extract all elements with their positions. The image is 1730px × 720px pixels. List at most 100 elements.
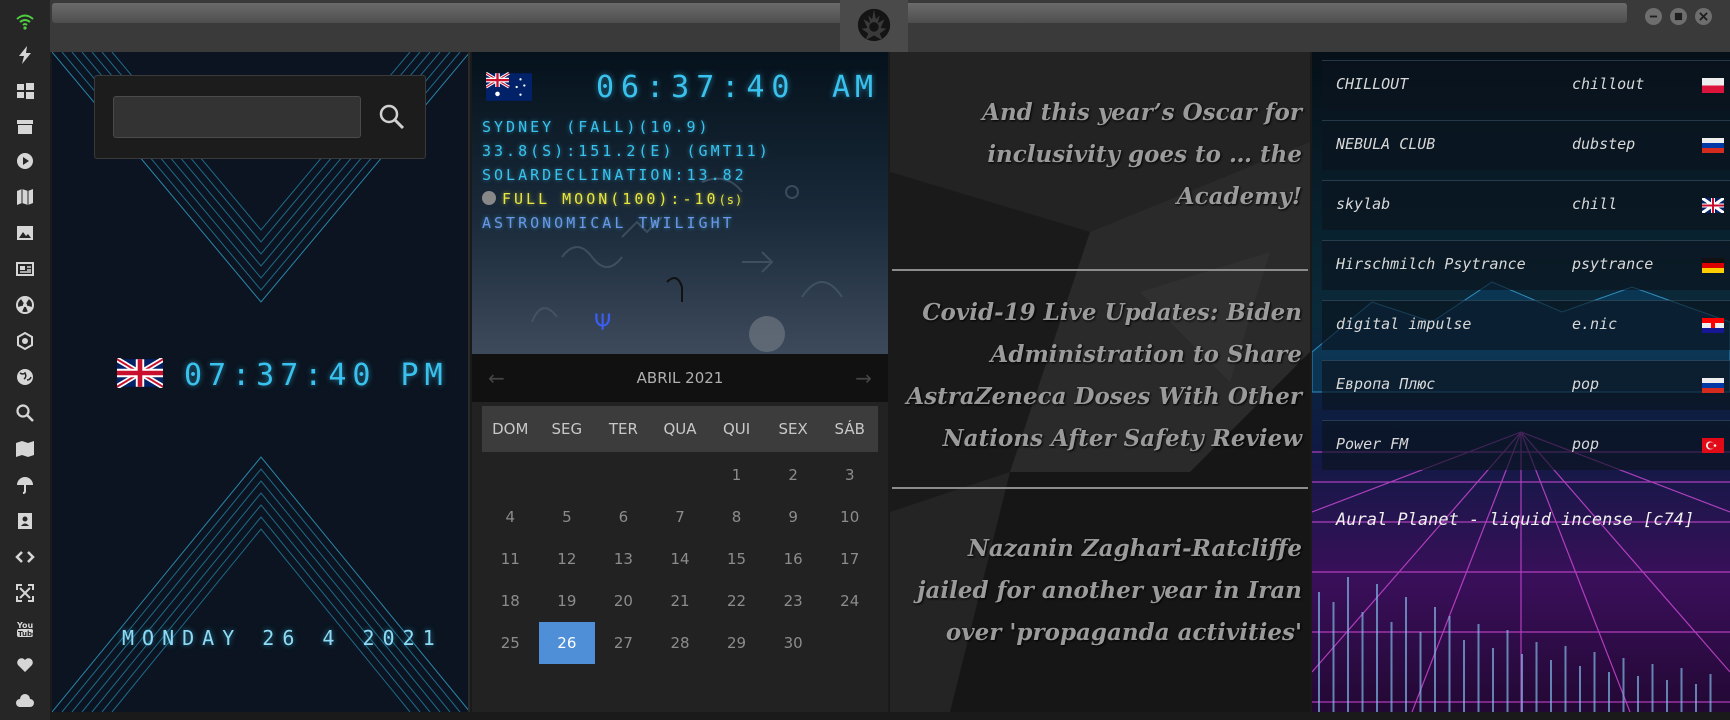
- sidebar-button-code[interactable]: [9, 542, 41, 572]
- calendar-day[interactable]: 5: [539, 496, 596, 538]
- calendar-day[interactable]: 8: [708, 496, 765, 538]
- close-button[interactable]: [1695, 8, 1712, 25]
- sidebar-button-fullscreen[interactable]: [9, 578, 41, 608]
- calendar-empty-cell: [595, 454, 652, 496]
- calendar-day-selected[interactable]: 26: [538, 622, 596, 664]
- sidebar-button-globe[interactable]: [9, 362, 41, 392]
- radio-station[interactable]: digital impulse e.nic: [1322, 300, 1730, 350]
- calendar-weekday: SEX: [778, 420, 808, 438]
- sidebar-button-play-circle[interactable]: [9, 146, 41, 176]
- sidebar-button-wifi[interactable]: [9, 6, 41, 36]
- calendar-day[interactable]: 29: [708, 622, 765, 664]
- calendar-day[interactable]: 11: [482, 538, 539, 580]
- calendar-day[interactable]: 9: [765, 496, 822, 538]
- calendar-day[interactable]: 6: [595, 496, 652, 538]
- russia-flag: [1702, 378, 1724, 393]
- calendar-day[interactable]: 2: [765, 454, 822, 496]
- chevron-decoration-bottom: [52, 456, 468, 712]
- radio-station[interactable]: Европа Плюс pop: [1322, 360, 1730, 410]
- calendar-day[interactable]: 13: [595, 538, 652, 580]
- visualizer-bar: [1463, 640, 1465, 712]
- radio-station-genre: pop: [1572, 375, 1600, 393]
- radio-station-name: Европа Плюс: [1336, 375, 1436, 393]
- calendar-prev-button[interactable]: ←: [488, 366, 505, 390]
- calendar-day[interactable]: 7: [652, 496, 709, 538]
- lightning-icon: [19, 46, 31, 64]
- calendar-day[interactable]: 21: [652, 580, 709, 622]
- united-kingdom-flag: [117, 358, 163, 388]
- title-bar: [50, 0, 1730, 52]
- sidebar-button-radiation[interactable]: [9, 290, 41, 320]
- minimize-icon: [1649, 15, 1658, 18]
- visualizer-bar: [1477, 624, 1480, 712]
- radio-station[interactable]: CHILLOUT chillout: [1322, 60, 1730, 110]
- now-playing: Aural Planet - liquid incense [c74]: [1336, 510, 1695, 530]
- minimize-button[interactable]: [1645, 8, 1662, 25]
- maximize-button[interactable]: [1670, 8, 1687, 25]
- calendar-day[interactable]: 25: [482, 622, 539, 664]
- calendar-day[interactable]: 24: [821, 580, 878, 622]
- radio-station-name: skylab: [1336, 195, 1391, 213]
- sidebar-button-contacts[interactable]: [9, 506, 41, 536]
- sidebar-button-cloud[interactable]: [9, 686, 41, 716]
- visualizer-bar: [1608, 672, 1610, 712]
- svg-text:Tube: Tube: [18, 630, 35, 638]
- sidebar-button-map-book[interactable]: [9, 182, 41, 212]
- radio-station-genre: chillout: [1572, 75, 1645, 93]
- news-headline-1[interactable]: And this year’s Oscar for inclusivity go…: [900, 92, 1302, 218]
- radio-panel: CHILLOUT chillout NEBULA CLUB dubstep skylab…: [1312, 52, 1730, 712]
- calendar-next-button[interactable]: →: [855, 366, 872, 390]
- radio-station[interactable]: Hirschmilch Psytrance psytrance: [1322, 240, 1730, 290]
- calendar-day[interactable]: 18: [482, 580, 539, 622]
- sidebar-button-umbrella[interactable]: [9, 470, 41, 500]
- calendar-day[interactable]: 14: [652, 538, 709, 580]
- calendar-day[interactable]: 22: [708, 580, 765, 622]
- calendar-day[interactable]: 20: [595, 580, 652, 622]
- calendar-weekday: SEG: [551, 420, 583, 438]
- calendar-day[interactable]: 30: [765, 622, 822, 664]
- search-icon: [16, 404, 34, 422]
- search-box: [94, 75, 426, 159]
- sidebar-button-archive[interactable]: [9, 112, 41, 142]
- calendar-header: ← ABRIL 2021 →: [472, 354, 888, 402]
- radio-station[interactable]: Power FM pop: [1322, 420, 1730, 470]
- calendar-day[interactable]: 28: [652, 622, 709, 664]
- sidebar-button-youtube[interactable]: You Tube: [9, 614, 41, 644]
- sidebar-button-image[interactable]: [9, 218, 41, 248]
- news-headline-2[interactable]: Covid-19 Live Updates: Biden Administrat…: [900, 292, 1302, 460]
- search-button[interactable]: [375, 100, 409, 134]
- visualizer-bar: [1390, 622, 1393, 712]
- sidebar: You Tube: [0, 0, 50, 720]
- calendar-month-label: ABRIL 2021: [636, 369, 724, 387]
- calendar-day[interactable]: 17: [821, 538, 878, 580]
- astro-declination: SOLARDECLINATION:13.82: [482, 166, 747, 184]
- radio-station[interactable]: skylab chill: [1322, 180, 1730, 230]
- calendar-day[interactable]: 10: [821, 496, 878, 538]
- calendar-day[interactable]: 1: [708, 454, 765, 496]
- calendar-day[interactable]: 3: [821, 454, 878, 496]
- image-icon: [17, 226, 33, 240]
- news-headline-3[interactable]: Nazanin Zaghari-Ratcliffe jailed for ano…: [900, 528, 1302, 654]
- calendar-day[interactable]: 15: [708, 538, 765, 580]
- hexagon-icon: [17, 331, 33, 351]
- fullscreen-icon: [16, 584, 34, 602]
- visualizer-bar: [1347, 577, 1349, 712]
- calendar-day[interactable]: 12: [539, 538, 596, 580]
- radio-station[interactable]: NEBULA CLUB dubstep: [1322, 120, 1730, 170]
- sidebar-button-windows[interactable]: [9, 76, 41, 106]
- calendar-day[interactable]: 23: [765, 580, 822, 622]
- calendar-day[interactable]: 16: [765, 538, 822, 580]
- sidebar-button-heart[interactable]: [9, 650, 41, 680]
- search-input[interactable]: [113, 96, 361, 138]
- sidebar-button-lightning[interactable]: [9, 40, 41, 70]
- sidebar-button-news[interactable]: [9, 254, 41, 284]
- sidebar-button-hexagon[interactable]: [9, 326, 41, 356]
- calendar-day[interactable]: 19: [539, 580, 596, 622]
- calendar-day[interactable]: 4: [482, 496, 539, 538]
- visualizer-bar: [1405, 597, 1407, 712]
- emblem-tab[interactable]: [840, 0, 908, 52]
- calendar-day[interactable]: 27: [595, 622, 652, 664]
- turkey-flag: [1702, 438, 1724, 453]
- sidebar-button-search[interactable]: [9, 398, 41, 428]
- sidebar-button-map[interactable]: [9, 434, 41, 464]
